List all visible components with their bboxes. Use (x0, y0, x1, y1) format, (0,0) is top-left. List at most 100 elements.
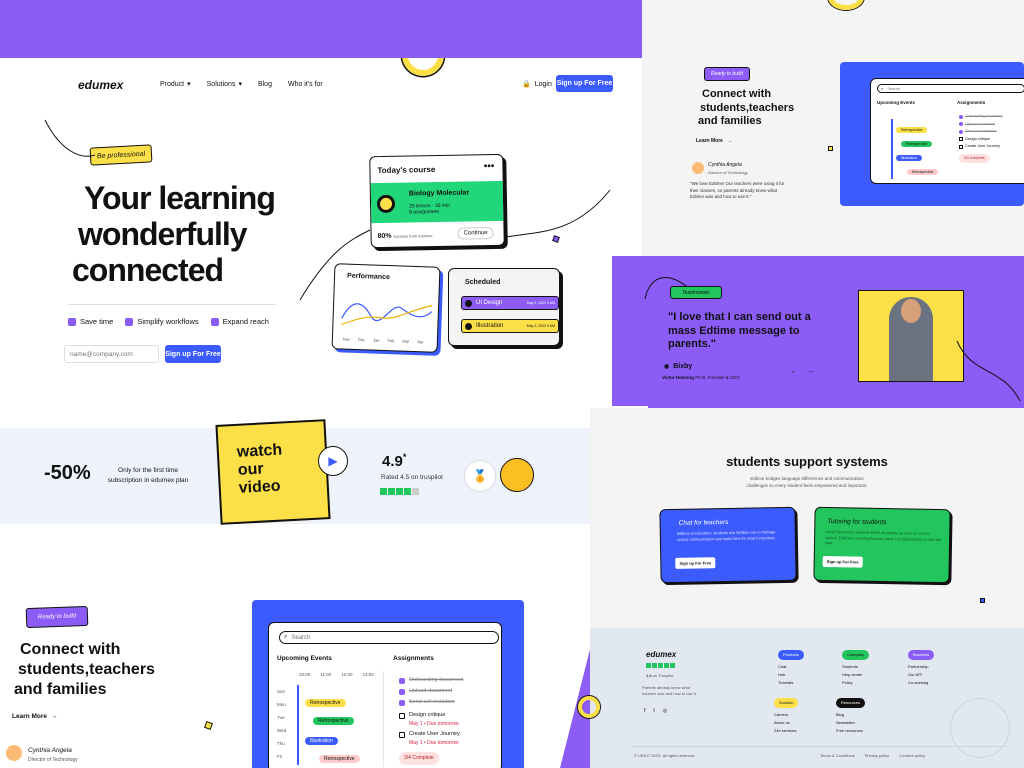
nav-solutions[interactable]: Solutions (207, 81, 236, 88)
task-item[interactable]: Design critique (399, 710, 463, 721)
month-label: Apr (417, 339, 424, 345)
footer-link[interactable]: About us (774, 719, 798, 727)
hour-label: 11:00 (320, 672, 332, 677)
checkbox-unchecked[interactable] (959, 137, 963, 142)
task-item[interactable]: Upload document (399, 686, 463, 697)
check-icon (125, 317, 134, 326)
watch-video-card[interactable]: watch our video (215, 419, 331, 525)
rating-number: 4.8 (646, 673, 652, 678)
footer-link[interactable]: Tutorials (778, 679, 804, 687)
task-item[interactable]: Upload document (959, 121, 1003, 129)
checkbox-unchecked[interactable] (959, 144, 963, 149)
twitter-icon[interactable]: t (653, 708, 654, 714)
discount-value: -50% (44, 462, 91, 484)
email-input[interactable] (64, 345, 159, 363)
arrow-left-icon[interactable]: ← (790, 368, 797, 375)
footer-link[interactable]: Blog (836, 711, 865, 719)
event-pill[interactable]: Retrospective (901, 141, 933, 147)
chat-signup-button[interactable]: Sign up For Free (675, 557, 716, 569)
brand-logo[interactable]: edumex (78, 78, 123, 92)
footer-link[interactable]: Newsletter (836, 719, 865, 727)
star-icon (396, 488, 403, 495)
play-icon[interactable]: ▶ (318, 446, 348, 476)
event-pill[interactable]: Illustration (896, 155, 922, 161)
legal-link[interactable]: Privacy policy (865, 753, 889, 758)
task-item[interactable]: Design critique (959, 136, 1003, 144)
more-icon[interactable]: ••• (484, 161, 495, 172)
scheduled-item-ui-design[interactable]: UI Design May 2, 2023 9 AM (461, 296, 559, 310)
tutoring-signup-button[interactable]: Sign up For Free (822, 555, 863, 568)
event-pill[interactable]: Retrospective (305, 699, 346, 707)
checkbox-checked[interactable] (399, 688, 405, 695)
continue-button[interactable]: Continue (457, 227, 494, 240)
dashboard-window: ⌕ Search Upcoming Events Assignments 10:0… (268, 622, 502, 768)
task-item[interactable]: Send cell invitation (399, 697, 463, 708)
footer-link[interactable]: Chat (778, 663, 804, 671)
complete-badge: 3/4 Complete (399, 752, 439, 765)
learn-more-link[interactable]: Learn More → (12, 713, 58, 720)
footer-col-company: Company Students Help center Policy (842, 650, 870, 687)
footer-link[interactable]: 24h services (774, 727, 798, 735)
rating-number: 4.9 (382, 453, 403, 470)
nav-blog[interactable]: Blog (258, 81, 272, 88)
title-line: Connect with (702, 88, 772, 100)
decorative-ring-yellow (578, 696, 600, 718)
footer-col-solution: Solution Careers About us 24h services (774, 698, 799, 735)
event-pill[interactable]: Retrospective (896, 127, 928, 133)
checkbox-checked[interactable] (399, 677, 405, 684)
checkbox-checked[interactable] (959, 114, 963, 119)
video-word1: watch (236, 441, 283, 461)
course-progress-value: 80% (377, 232, 392, 241)
event-pill[interactable]: Retrospective (319, 755, 360, 763)
footer-link[interactable]: Careers (774, 711, 798, 719)
footer-brand[interactable]: edumex (646, 650, 676, 659)
event-pill[interactable]: Retrospective (907, 169, 939, 175)
task-item[interactable]: Onboarding document (959, 113, 1003, 121)
facebook-icon[interactable]: f (644, 708, 645, 714)
footer-link[interactable]: Policy (842, 679, 869, 687)
login-link[interactable]: 🔒 Login (522, 80, 552, 89)
footer-link[interactable]: Hub (778, 671, 804, 679)
task-item[interactable]: Onboarding document (399, 675, 463, 686)
arrow-right-icon[interactable]: → (807, 368, 814, 375)
day-label: Fri (277, 754, 283, 759)
scheduled-item-illustration[interactable]: Illustration May 2, 2023 9 AM (461, 319, 559, 333)
checkbox-unchecked[interactable] (399, 712, 405, 719)
footer-stars (646, 663, 675, 668)
footer-link[interactable]: Free resources (836, 727, 865, 735)
star-icon (646, 663, 651, 668)
checkbox-checked[interactable] (959, 122, 963, 127)
instagram-icon[interactable]: ◎ (663, 708, 667, 714)
legal-link[interactable]: Terms & Conditions (820, 753, 855, 758)
hero-signup-button[interactable]: Sign up For Free (165, 345, 221, 363)
day-label: Thu (277, 741, 285, 746)
search-small[interactable]: ⌕ Search (877, 84, 1024, 93)
decorative-ring-top (828, 0, 864, 10)
footer-link[interactable]: Partnership (908, 663, 934, 671)
performance-months: Nov Dec Jan Feb Mar Apr (343, 337, 424, 345)
task-item[interactable]: Send cell invitation (959, 128, 1003, 136)
header-signup-button[interactable]: Sign up For Free (556, 75, 613, 92)
checkbox-checked[interactable] (959, 129, 963, 134)
star-icon (412, 488, 419, 495)
footer-link[interactable]: Our API (908, 671, 934, 679)
task-item[interactable]: Create User Journey (959, 143, 1003, 151)
event-pill[interactable]: Retrospective (313, 717, 354, 725)
social-links: f t ◎ (644, 708, 667, 714)
nav-product[interactable]: Product (160, 81, 184, 88)
dashboard-search[interactable]: ⌕ Search (279, 631, 499, 644)
footer-link[interactable]: Co-working (908, 679, 934, 687)
nav-who[interactable]: Who it's for (288, 81, 323, 88)
checkbox-checked[interactable] (399, 699, 405, 706)
checkbox-unchecked[interactable] (399, 731, 405, 738)
connect-title-small: Connect with students,teachers and famil… (698, 88, 794, 129)
event-pill[interactable]: Illustration (305, 737, 338, 745)
learn-more-link-small[interactable]: Learn More → (696, 138, 732, 144)
footer-link[interactable]: Help center (842, 671, 869, 679)
legal-link[interactable]: Cookies policy (899, 753, 925, 758)
task-item[interactable]: Create User Journey (399, 729, 463, 740)
upcoming-title-small: Upcoming Events (877, 100, 916, 105)
col-title: Business (908, 650, 935, 660)
testimonial-quote: "I love that I can send out a mass Edtim… (668, 311, 811, 350)
footer-link[interactable]: Students (842, 663, 869, 671)
